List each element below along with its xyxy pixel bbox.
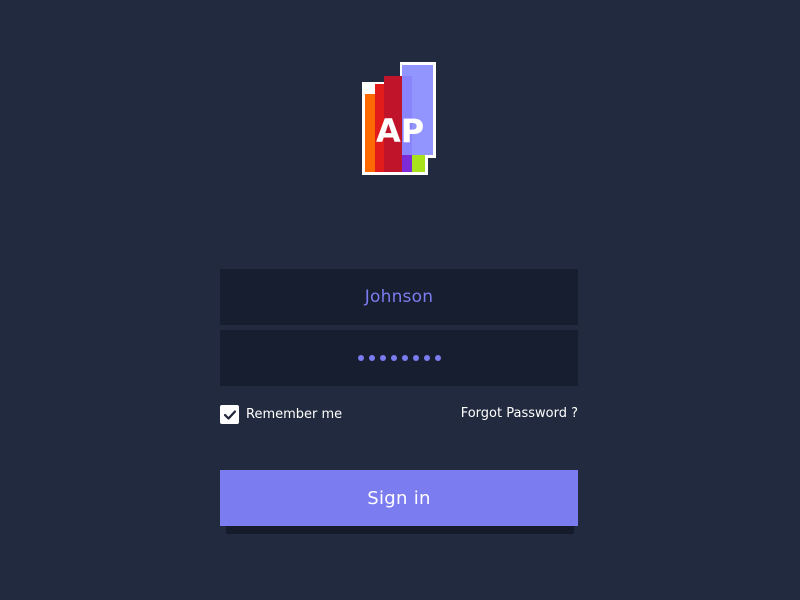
- remember-checkbox[interactable]: [220, 405, 239, 424]
- forgot-password-link[interactable]: Forgot Password ?: [461, 406, 578, 421]
- password-dot: [390, 355, 397, 361]
- password-field[interactable]: [220, 330, 578, 386]
- check-icon: [223, 409, 236, 420]
- app-logo: AP: [362, 62, 436, 176]
- password-dot: [434, 355, 441, 361]
- password-dot: [412, 355, 419, 361]
- password-dot: [379, 355, 386, 361]
- password-dot: [368, 355, 375, 361]
- remember-me[interactable]: Remember me: [220, 405, 342, 424]
- signin-label: Sign in: [367, 487, 431, 509]
- password-dot: [401, 355, 408, 361]
- remember-label: Remember me: [246, 407, 343, 422]
- app-logo-icon: AP: [362, 62, 436, 175]
- password-mask: [357, 355, 441, 361]
- password-dot: [357, 355, 364, 361]
- username-field[interactable]: Johnson: [220, 269, 578, 325]
- password-dot: [423, 355, 430, 361]
- logo-text: AP: [376, 112, 424, 150]
- signin-button[interactable]: Sign in: [220, 470, 578, 526]
- username-value: Johnson: [364, 287, 434, 307]
